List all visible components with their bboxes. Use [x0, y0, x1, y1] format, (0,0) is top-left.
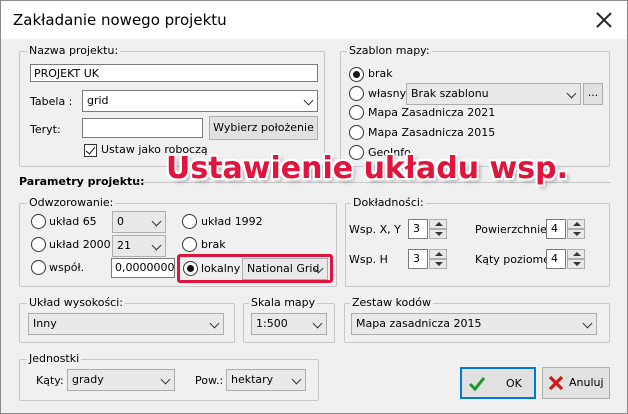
ok-label: OK — [506, 377, 522, 390]
lokalny-highlight-box — [177, 254, 333, 283]
units-legend: Jednostki — [27, 352, 82, 365]
scale-legend: Skala mapy — [249, 296, 318, 309]
accuracy-h-label: Wsp. H — [349, 253, 388, 266]
units-area-label: Pow.: — [195, 374, 224, 387]
codes-legend: Zestaw kodów — [350, 296, 433, 309]
table-label: Tabela : — [30, 95, 73, 108]
chevron-down-icon — [291, 374, 302, 385]
accuracy-area-label: Powierzchnie — [475, 223, 547, 236]
spin-down-icon[interactable] — [429, 259, 447, 269]
accuracy-group — [345, 203, 610, 287]
spin-up-icon[interactable] — [429, 219, 447, 229]
uklad65-zone-value: 0 — [117, 215, 124, 228]
template-legend: Szablon mapy: — [347, 44, 432, 57]
title-bar: Zakładanie nowego projektu — [1, 1, 627, 39]
accuracy-h-spinner[interactable] — [429, 249, 447, 269]
chevron-down-icon — [209, 318, 220, 329]
project-name-input[interactable]: PROJEKT UK — [30, 64, 318, 82]
uklad2000-zone-combo[interactable]: 21 — [112, 235, 166, 257]
projection-label-wspol: współ. — [49, 261, 85, 274]
set-default-checkbox[interactable] — [84, 144, 97, 157]
height-system-legend: Układ wysokości: — [27, 296, 125, 309]
scale-value: 1:500 — [256, 317, 288, 330]
template-own-combo-value: Brak szablonu — [411, 87, 489, 100]
units-area-value: hektary — [231, 373, 274, 386]
chevron-down-icon — [160, 374, 171, 385]
template-own-combo[interactable]: Brak szablonu — [406, 83, 581, 105]
units-angles-combo[interactable]: grady — [67, 369, 175, 391]
projection-label-uklad2000: układ 2000 — [49, 238, 111, 251]
spin-down-icon[interactable] — [567, 229, 585, 239]
close-icon[interactable] — [593, 9, 615, 31]
dialog-window: Zakładanie nowego projektu Nazwa projekt… — [0, 0, 628, 414]
scale-combo[interactable]: 1:500 — [251, 313, 327, 335]
codes-combo[interactable]: Mapa zasadnicza 2015 — [351, 313, 597, 335]
units-area-combo[interactable]: hektary — [226, 369, 306, 391]
projection-radio-brak[interactable] — [182, 237, 197, 252]
projection-radio-wspol[interactable] — [31, 260, 46, 275]
chevron-down-icon — [151, 216, 162, 227]
chevron-down-icon — [566, 88, 577, 99]
accuracy-xy-spinner[interactable] — [429, 219, 447, 239]
teryt-label: Teryt: — [30, 123, 61, 136]
uklad65-zone-combo[interactable]: 0 — [112, 211, 166, 233]
cancel-label: Anuluj — [569, 376, 604, 389]
spin-down-icon[interactable] — [567, 259, 585, 269]
chevron-down-icon — [303, 95, 314, 106]
projection-label-uklad1992: układ 1992 — [201, 215, 263, 228]
choose-location-button[interactable]: Wybierz położenie — [209, 116, 318, 140]
spin-down-icon[interactable] — [429, 229, 447, 239]
wspol-value-input[interactable]: 0,000000000 — [111, 258, 175, 278]
projection-radio-uklad65[interactable] — [31, 214, 46, 229]
accuracy-angle-input[interactable]: 4 — [546, 249, 566, 269]
units-angles-label: Kąty: — [36, 374, 64, 387]
template-label-brak: brak — [368, 67, 393, 80]
projection-radio-uklad1992[interactable] — [182, 214, 197, 229]
chevron-down-icon — [312, 318, 323, 329]
accuracy-legend: Dokładności: — [351, 196, 426, 209]
teryt-input[interactable] — [82, 118, 203, 138]
projection-label-uklad65: układ 65 — [49, 215, 97, 228]
accuracy-area-spinner[interactable] — [567, 219, 585, 239]
accuracy-angle-spinner[interactable] — [567, 249, 585, 269]
cancel-button[interactable]: Anuluj — [542, 367, 610, 399]
project-name-legend: Nazwa projektu: — [27, 44, 121, 57]
template-radio-mz2015[interactable] — [349, 125, 364, 140]
template-label-mz2021: Mapa Zasadnicza 2021 — [368, 106, 496, 119]
spin-up-icon[interactable] — [567, 249, 585, 259]
uklad2000-zone-value: 21 — [117, 239, 131, 252]
params-heading: Parametry projektu: — [19, 175, 145, 188]
table-combo-value: grid — [87, 94, 109, 107]
browse-template-button[interactable]: ... — [583, 83, 603, 105]
projection-legend: Odwzorowanie: — [27, 196, 116, 209]
template-radio-mz2021[interactable] — [349, 105, 364, 120]
checkmark-icon — [468, 377, 486, 392]
projection-radio-uklad2000[interactable] — [31, 237, 46, 252]
table-combo[interactable]: grid — [82, 90, 318, 112]
template-radio-brak[interactable] — [349, 67, 364, 82]
height-system-value: Inny — [33, 317, 57, 330]
codes-value: Mapa zasadnicza 2015 — [356, 317, 482, 330]
annotation-overlay-text: Ustawienie układu wsp. — [166, 151, 568, 186]
x-icon — [548, 375, 564, 391]
template-radio-own[interactable] — [349, 86, 364, 101]
units-angles-value: grady — [72, 373, 104, 386]
accuracy-xy-label: Wsp. X, Y — [349, 223, 401, 236]
accuracy-h-input[interactable]: 3 — [408, 249, 428, 269]
chevron-down-icon — [582, 318, 593, 329]
template-label-own: własny — [368, 87, 407, 100]
template-label-mz2015: Mapa Zasadnicza 2015 — [368, 126, 496, 139]
accuracy-angle-label: Kąty poziome — [475, 253, 551, 266]
window-title: Zakładanie nowego projektu — [13, 11, 227, 29]
ok-button[interactable]: OK — [460, 367, 536, 399]
height-system-combo[interactable]: Inny — [28, 313, 224, 335]
projection-label-brak: brak — [201, 238, 226, 251]
accuracy-xy-input[interactable]: 3 — [408, 219, 428, 239]
spin-up-icon[interactable] — [429, 249, 447, 259]
accuracy-area-input[interactable]: 4 — [546, 219, 566, 239]
chevron-down-icon — [151, 240, 162, 251]
spin-up-icon[interactable] — [567, 219, 585, 229]
